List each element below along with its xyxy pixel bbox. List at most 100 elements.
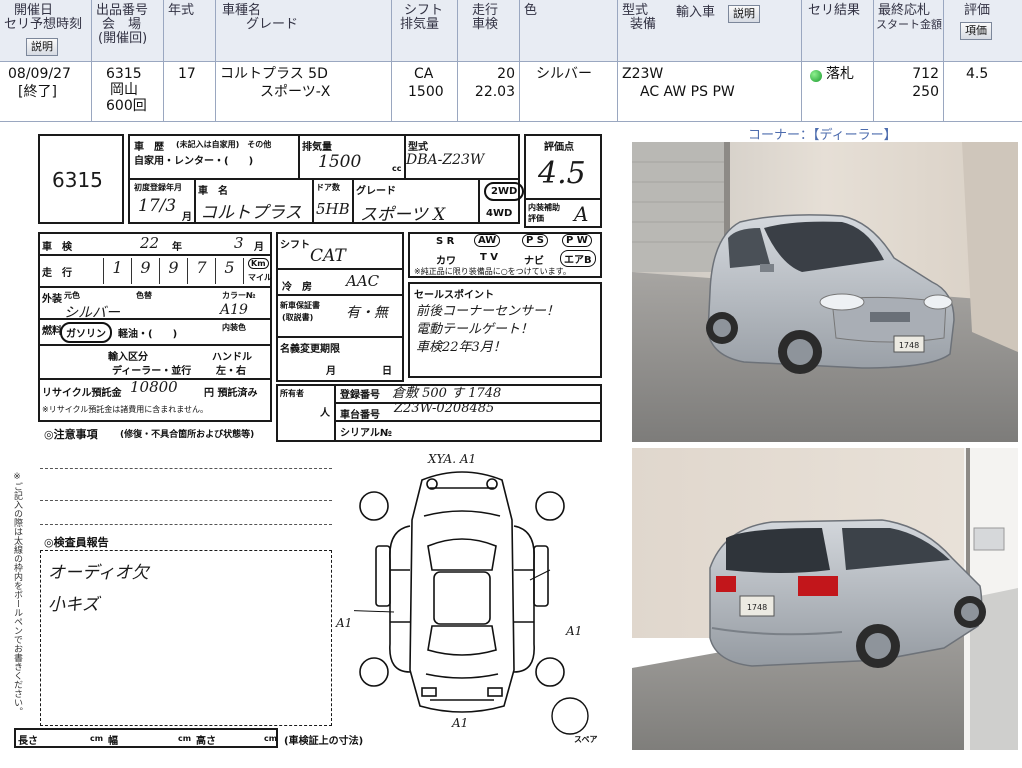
recycle-hand: 10800 (130, 378, 178, 396)
cautions-sub: (修復・不具合箇所および状態等) (120, 430, 255, 440)
color-code-hand: A19 (220, 302, 248, 318)
score-value: 4.5 (966, 66, 989, 82)
spare-label: スペア (574, 735, 598, 744)
warranty-hand: 有・無 (346, 305, 388, 321)
col-price-label-1: 最終応札 (878, 3, 931, 18)
equipment: AC AW PS PW (640, 84, 735, 100)
cell-year: 17 (164, 62, 216, 121)
rear-photo[interactable]: 1748 (632, 448, 1018, 750)
col-shift-label-1: シフト (404, 3, 444, 18)
diagram-left-note: A1 (336, 616, 353, 630)
front-photo[interactable]: 1748 (632, 142, 1018, 442)
equip-note: ※純正品に限り装備品に○をつけています。 (414, 267, 571, 276)
cell-score: 4.5 (944, 62, 1022, 121)
lot-row[interactable]: 08/09/27 [終了] 6315 岡山 600回 17 コルトプラス 5D … (0, 62, 1022, 122)
equip-airbag: エアB (560, 250, 596, 267)
note-line (40, 500, 332, 501)
sheet-lot-number: 6315 (52, 168, 103, 192)
cell-color: シルバー (520, 62, 618, 121)
mileage-digit: 9 (132, 258, 160, 284)
auction-date: 08/09/27 (8, 66, 71, 82)
handle-hand: 左・右 (216, 366, 246, 377)
chassis-label: 車台番号 (340, 410, 380, 421)
col-result: セリ結果 (802, 0, 874, 61)
divider (298, 134, 300, 178)
col-color: 色 (520, 0, 618, 61)
height-label: 高さ (196, 736, 216, 747)
equip-kawa: カワ (436, 256, 456, 267)
col-year: 年式 (164, 0, 216, 61)
divider (312, 178, 314, 224)
displacement-unit: cc (392, 164, 402, 173)
mileage-digit: 7 (188, 258, 216, 284)
col-price-label-2: スタート金額 (876, 18, 942, 31)
front-plate-text: 1748 (899, 341, 919, 350)
divider (334, 420, 602, 422)
history-label: 車 歴 (134, 142, 164, 153)
name-change-label: 名義変更期限 (280, 344, 340, 355)
length-label: 長さ (18, 736, 38, 747)
reg-no-hand: 倉敷 500 す 1748 (392, 386, 502, 401)
header-row: 開催日 セリ予想時刻 説明 出品番号 会 場 (開催回) 年式 車種名 グレード… (0, 0, 1022, 62)
divider (194, 178, 196, 224)
result-status-dot-icon (810, 70, 822, 82)
divider (38, 344, 272, 346)
displacement: 1500 (408, 84, 444, 100)
equip-aw: AW (474, 234, 501, 247)
col-price: 最終応札 スタート金額 (874, 0, 944, 61)
car-name-hand: コルトプラス (200, 203, 302, 223)
fuel-other: 軽油・( ) (118, 329, 178, 340)
score-explain-button[interactable]: 項価 (960, 22, 992, 40)
col-color-label: 色 (524, 3, 538, 18)
auction-sheet-image[interactable]: ※ご記入の際は太線の枠内をボールペンでお書きください。 6315 車 歴 (未記… (0, 122, 628, 768)
cooler-label: 冷 房 (282, 282, 312, 293)
import-explain-button[interactable]: 説明 (728, 5, 760, 23)
col-mileage: 走行 車検 (458, 0, 520, 61)
cell-date: 08/09/27 [終了] (0, 62, 92, 121)
mileage-digits: 1 9 9 7 5 (76, 258, 244, 284)
inspector-label: ◎検査員報告 (44, 536, 109, 549)
color-change-label: 色替 (136, 291, 152, 300)
car-color: シルバー (536, 66, 592, 82)
length-unit: cm (90, 734, 104, 743)
auction-status: [終了] (18, 84, 57, 100)
result-text: 落札 (826, 66, 854, 82)
car-damage-diagram[interactable] (354, 460, 570, 722)
mileage-label: 走 行 (42, 268, 72, 279)
lot-number: 6315 (106, 66, 142, 82)
equip-pw: P W (562, 234, 592, 247)
explain-button[interactable]: 説明 (26, 38, 58, 56)
col-lot-label-3: (開催回) (98, 31, 148, 46)
divider (352, 178, 354, 224)
shift-hand: CAT (310, 246, 346, 266)
inspection-year-hand: 22 (140, 234, 160, 252)
handle-label: ハンドル (212, 352, 252, 363)
width-label: 幅 (108, 736, 118, 747)
col-shift: シフト 排気量 (392, 0, 458, 61)
interior-label: 内装補助評価 (528, 203, 560, 223)
first-reg-label: 初度登録年月 (134, 183, 182, 192)
name-change-month: 月 (326, 366, 336, 377)
divider (38, 318, 272, 320)
mileage-digit: 1 (104, 258, 132, 284)
first-reg-unit: 月 (182, 212, 192, 223)
cell-price: 712 250 (874, 62, 944, 121)
inspector-line: オーディオ欠 (48, 563, 149, 583)
cell-model: コルトプラス 5D スポーツ-X (216, 62, 392, 121)
col-date: 開催日 セリ予想時刻 説明 (0, 0, 92, 61)
displacement-label: 排気量 (302, 142, 332, 153)
model-year: 17 (178, 66, 196, 82)
divider (38, 254, 272, 256)
color-code-label: カラー№ (222, 291, 256, 300)
name-change-day: 日 (382, 366, 392, 377)
inspection-label: 車 検 (42, 242, 72, 253)
score-label: 評価点 (544, 142, 574, 153)
fuel-label: 燃料 (42, 326, 62, 337)
type-code: Z23W (622, 66, 664, 82)
chassis-hand: Z23W-0208485 (394, 401, 495, 416)
col-date-label-1: 開催日 (14, 3, 54, 18)
front-car-photo: 1748 (632, 142, 1018, 442)
note-line (40, 468, 332, 469)
import-hand: ディーラー・並行 (112, 366, 192, 377)
col-shift-label-2: 排気量 (400, 17, 440, 32)
